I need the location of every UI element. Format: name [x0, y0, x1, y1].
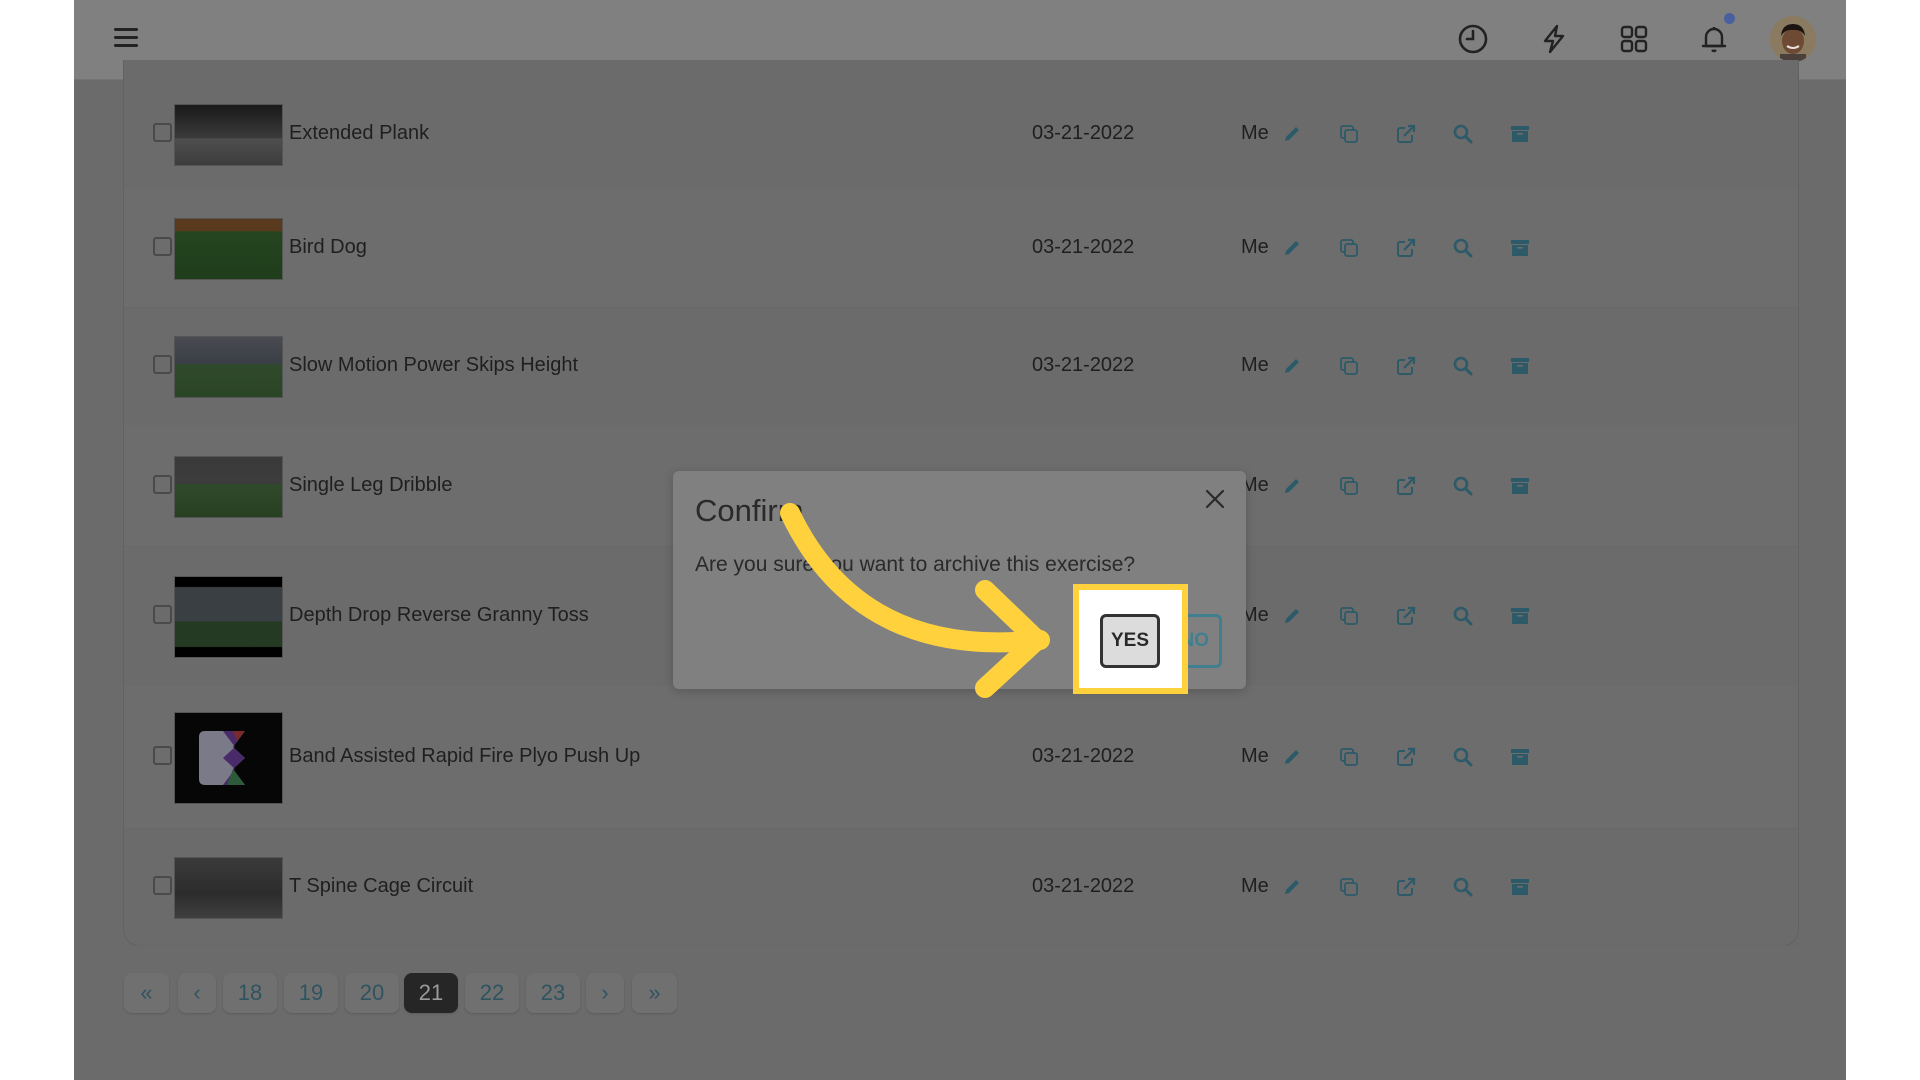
notification-dot	[1724, 13, 1735, 24]
exercise-owner: Me	[1241, 121, 1269, 144]
open-external-icon[interactable]	[1395, 355, 1417, 377]
archive-icon[interactable]	[1509, 355, 1531, 377]
edit-icon[interactable]	[1281, 746, 1303, 768]
duplicate-icon[interactable]	[1338, 876, 1360, 898]
search-icon[interactable]	[1452, 355, 1474, 377]
exercise-thumbnail	[174, 712, 283, 804]
exercise-owner: Me	[1241, 236, 1269, 258]
page-button[interactable]: 22	[465, 973, 519, 1013]
dialog-title: Confirm	[695, 493, 804, 528]
exercise-owner: Me	[1241, 874, 1269, 897]
lightning-icon[interactable]	[1537, 22, 1571, 56]
page-button[interactable]: 18	[223, 973, 277, 1013]
exercise-thumbnail	[174, 856, 283, 919]
duplicate-icon[interactable]	[1338, 355, 1360, 377]
exercise-owner: Me	[1241, 745, 1269, 767]
exercise-date: 03-21-2022	[1032, 121, 1135, 144]
exercise-name[interactable]: Slow Motion Power Skips Height	[289, 354, 578, 377]
exercise-date: 03-21-2022	[1032, 236, 1135, 258]
archive-icon[interactable]	[1509, 123, 1531, 145]
first-page-button[interactable]: «	[124, 973, 169, 1013]
page-button[interactable]: 19	[284, 973, 338, 1013]
next-page-button[interactable]: ›	[586, 973, 624, 1013]
clock-icon[interactable]	[1456, 22, 1490, 56]
bell-icon[interactable]	[1697, 22, 1731, 56]
open-external-icon[interactable]	[1395, 746, 1417, 768]
row-checkbox[interactable]	[153, 355, 172, 374]
duplicate-icon[interactable]	[1338, 605, 1360, 627]
edit-icon[interactable]	[1281, 605, 1303, 627]
archive-icon[interactable]	[1509, 876, 1531, 898]
archive-icon[interactable]	[1509, 475, 1531, 497]
duplicate-icon[interactable]	[1338, 475, 1360, 497]
edit-icon[interactable]	[1281, 237, 1303, 259]
page-button[interactable]: 23	[526, 973, 580, 1013]
search-icon[interactable]	[1452, 237, 1474, 259]
archive-icon[interactable]	[1509, 746, 1531, 768]
exercise-name[interactable]: Bird Dog	[289, 236, 367, 259]
open-external-icon[interactable]	[1395, 123, 1417, 145]
prev-page-button[interactable]: ‹	[178, 973, 216, 1013]
row-checkbox[interactable]	[153, 605, 172, 624]
exercise-thumbnail	[174, 103, 283, 166]
close-icon[interactable]	[1203, 487, 1227, 511]
duplicate-icon[interactable]	[1338, 123, 1360, 145]
page-button[interactable]: 20	[345, 973, 399, 1013]
exercise-thumbnail	[174, 218, 283, 280]
page-button-current[interactable]: 21	[404, 973, 458, 1013]
duplicate-icon[interactable]	[1338, 237, 1360, 259]
search-icon[interactable]	[1452, 876, 1474, 898]
table-row: Bird Dog 03-21-2022 Me	[124, 189, 1798, 308]
open-external-icon[interactable]	[1395, 605, 1417, 627]
exercise-owner: Me	[1241, 354, 1269, 376]
exercise-name[interactable]: Depth Drop Reverse Granny Toss	[289, 604, 589, 627]
yes-button[interactable]: YES	[1100, 614, 1160, 668]
exercise-name[interactable]: T Spine Cage Circuit	[289, 875, 473, 898]
app-logo-icon	[199, 731, 245, 785]
row-checkbox[interactable]	[153, 746, 172, 765]
table-row: T Spine Cage Circuit 03-21-2022 Me	[124, 828, 1798, 946]
archive-icon[interactable]	[1509, 237, 1531, 259]
edit-icon[interactable]	[1281, 475, 1303, 497]
exercise-thumbnail	[174, 336, 283, 398]
exercise-thumbnail	[174, 455, 283, 518]
edit-icon[interactable]	[1281, 123, 1303, 145]
exercise-date: 03-21-2022	[1032, 354, 1135, 376]
table-row: Band Assisted Rapid Fire Plyo Push Up 03-…	[124, 686, 1798, 829]
duplicate-icon[interactable]	[1338, 746, 1360, 768]
table-row: Extended Plank 03-21-2022 Me	[124, 60, 1798, 190]
row-checkbox[interactable]	[153, 875, 172, 895]
archive-icon[interactable]	[1509, 605, 1531, 627]
exercise-date: 03-21-2022	[1032, 874, 1135, 897]
avatar[interactable]	[1770, 16, 1816, 62]
row-checkbox[interactable]	[153, 237, 172, 256]
exercise-name[interactable]: Band Assisted Rapid Fire Plyo Push Up	[289, 745, 640, 768]
hamburger-menu-icon[interactable]	[112, 26, 140, 50]
open-external-icon[interactable]	[1395, 876, 1417, 898]
open-external-icon[interactable]	[1395, 237, 1417, 259]
last-page-button[interactable]: »	[632, 973, 677, 1013]
search-icon[interactable]	[1452, 475, 1474, 497]
search-icon[interactable]	[1452, 746, 1474, 768]
table-row: Slow Motion Power Skips Height 03-21-2022…	[124, 307, 1798, 426]
exercise-thumbnail	[174, 576, 283, 658]
open-external-icon[interactable]	[1395, 475, 1417, 497]
search-icon[interactable]	[1452, 123, 1474, 145]
search-icon[interactable]	[1452, 605, 1474, 627]
dialog-message: Are you sure you want to archive this ex…	[695, 553, 1136, 576]
row-checkbox[interactable]	[153, 474, 172, 494]
edit-icon[interactable]	[1281, 876, 1303, 898]
row-checkbox[interactable]	[153, 122, 172, 142]
exercise-name[interactable]: Extended Plank	[289, 122, 429, 145]
exercise-name[interactable]: Single Leg Dribble	[289, 474, 452, 497]
edit-icon[interactable]	[1281, 355, 1303, 377]
exercise-date: 03-21-2022	[1032, 745, 1135, 767]
apps-grid-icon[interactable]	[1617, 22, 1651, 56]
